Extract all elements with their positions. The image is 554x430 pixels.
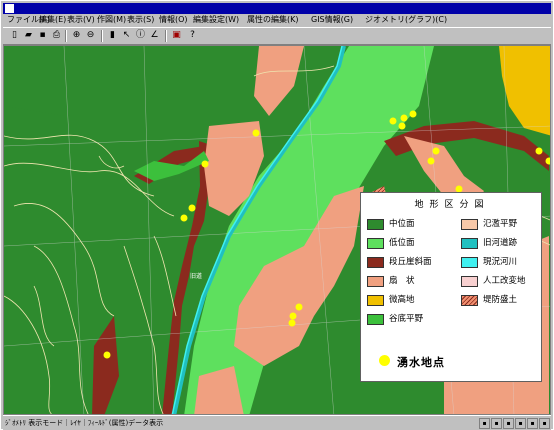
print-icon[interactable]: ⎙ <box>51 30 62 41</box>
spring-point[interactable] <box>252 129 260 137</box>
spring-point[interactable] <box>188 204 196 212</box>
legend-label: 人工改変地 <box>483 276 526 286</box>
toolbar: ▯ ▰ ▪ ⎙ ⊕ ⊖ ▮ ↖ ⓘ ∠ ▣ ? <box>3 27 551 45</box>
open-icon[interactable]: ▰ <box>23 30 34 41</box>
legend-item: 現況河川 <box>461 257 541 269</box>
help-icon[interactable]: ? <box>187 30 198 41</box>
spring-point[interactable] <box>535 147 543 155</box>
info-icon[interactable]: ⓘ <box>135 30 146 41</box>
status-icon[interactable]: ▪ <box>491 418 502 429</box>
legend-label: 現況河川 <box>483 257 518 267</box>
menu-edit[interactable]: 編集(E) <box>39 14 66 26</box>
status-bar: ｼﾞｵﾒﾄﾘ 表示モード｜ﾚｲﾔ｜ﾌｨｰﾙﾄﾞ(属性)データ表示 ▪ ▪ ▪ ▪… <box>3 415 551 430</box>
menu-info[interactable]: 情報(O) <box>159 14 188 26</box>
spring-point[interactable] <box>400 114 408 122</box>
legend-swatch <box>461 276 478 287</box>
legend-swatch <box>367 238 384 249</box>
legend-label: 氾濫平野 <box>483 219 518 229</box>
status-text: ｼﾞｵﾒﾄﾘ 表示モード｜ﾚｲﾔ｜ﾌｨｰﾙﾄﾞ(属性)データ表示 <box>5 419 164 427</box>
layer-icon[interactable]: ▮ <box>107 30 118 41</box>
menu-attribute[interactable]: 属性の編集(K) <box>247 14 299 26</box>
toolbar-separator <box>101 30 103 42</box>
legend-label: 中位面 <box>389 219 415 229</box>
map-legend: 地形区分図 中位面 低位面 段丘崖斜面 扇 状 微高地 谷底平野 氾濫平野 旧河… <box>360 192 542 382</box>
legend-item: 微高地 <box>367 295 447 307</box>
app-icon[interactable] <box>5 4 14 13</box>
legend-label: 微高地 <box>389 295 415 305</box>
attribute-icon[interactable]: ▣ <box>171 30 182 41</box>
legend-item: 段丘崖斜面 <box>367 257 447 269</box>
legend-label: 低位面 <box>389 238 415 248</box>
map-canvas[interactable]: 旧道 地形区分図 中位面 低位面 段丘崖斜面 扇 状 微高地 谷底平野 氾濫平野… <box>3 45 551 415</box>
select-icon[interactable]: ↖ <box>121 30 132 41</box>
spring-point[interactable] <box>180 214 188 222</box>
legend-item: 谷底平野 <box>367 314 447 326</box>
legend-swatch <box>367 314 384 325</box>
legend-swatch <box>367 276 384 287</box>
legend-item: 中位面 <box>367 219 447 231</box>
legend-swatch <box>461 238 478 249</box>
spring-point[interactable] <box>409 110 417 118</box>
status-icon[interactable]: ▪ <box>479 418 490 429</box>
spring-point[interactable] <box>201 160 209 168</box>
legend-label: 旧河道跡 <box>483 238 518 248</box>
menu-geometry[interactable]: ジオメトリ(グラフ)(C) <box>365 14 447 26</box>
app-window: ファイル(F) 編集(E) 表示(V) 作図(M) 表示(S) 情報(O) 編集… <box>0 0 554 430</box>
measure-icon[interactable]: ∠ <box>149 30 160 41</box>
legend-label: 堤防盛土 <box>483 295 518 305</box>
legend-item: 堤防盛土 <box>461 295 541 307</box>
legend-item: 扇 状 <box>367 276 447 288</box>
menu-draw[interactable]: 作図(M) <box>97 14 126 26</box>
menu-bar: ファイル(F) 編集(E) 表示(V) 作図(M) 表示(S) 情報(O) 編集… <box>3 14 551 26</box>
lower-terrace-area <box>4 46 144 116</box>
place-label: 旧道 <box>190 272 202 280</box>
menu-edit-settings[interactable]: 編集設定(W) <box>193 14 239 26</box>
legend-title: 地形区分図 <box>414 200 490 210</box>
menu-gis[interactable]: GIS情報(G) <box>311 14 353 26</box>
status-icon[interactable]: ▪ <box>503 418 514 429</box>
spring-point[interactable] <box>427 157 435 165</box>
legend-item: 旧河道跡 <box>461 238 541 250</box>
toolbar-separator <box>165 30 167 42</box>
legend-swatch <box>461 295 478 306</box>
new-icon[interactable]: ▯ <box>9 30 20 41</box>
legend-item: 低位面 <box>367 238 447 250</box>
status-icon[interactable]: ▪ <box>515 418 526 429</box>
spring-point[interactable] <box>103 351 111 359</box>
save-icon[interactable]: ▪ <box>37 30 48 41</box>
spring-point[interactable] <box>289 312 297 320</box>
legend-label: 段丘崖斜面 <box>389 257 432 267</box>
status-icon[interactable]: ▪ <box>539 418 550 429</box>
zoom-out-icon[interactable]: ⊖ <box>85 30 96 41</box>
zoom-in-icon[interactable]: ⊕ <box>71 30 82 41</box>
status-icon[interactable]: ▪ <box>527 418 538 429</box>
spring-point[interactable] <box>288 319 296 327</box>
title-bar[interactable] <box>3 3 551 14</box>
spring-dot-icon <box>379 355 390 366</box>
legend-swatch <box>367 257 384 268</box>
menu-display[interactable]: 表示(S) <box>127 14 154 26</box>
spring-point[interactable] <box>432 147 440 155</box>
spring-point[interactable] <box>295 303 303 311</box>
legend-swatch <box>461 219 478 230</box>
toolbar-separator <box>65 30 67 42</box>
legend-label: 扇 状 <box>389 276 415 286</box>
legend-item: 人工改変地 <box>461 276 541 288</box>
spring-point[interactable] <box>389 117 397 125</box>
legend-swatch <box>461 257 478 268</box>
menu-view[interactable]: 表示(V) <box>67 14 95 26</box>
spring-point[interactable] <box>398 122 406 130</box>
legend-swatch <box>367 219 384 230</box>
legend-spring-label: 湧水地点 <box>397 356 445 369</box>
legend-item: 氾濫平野 <box>461 219 541 231</box>
legend-swatch <box>367 295 384 306</box>
legend-label: 谷底平野 <box>389 314 424 324</box>
